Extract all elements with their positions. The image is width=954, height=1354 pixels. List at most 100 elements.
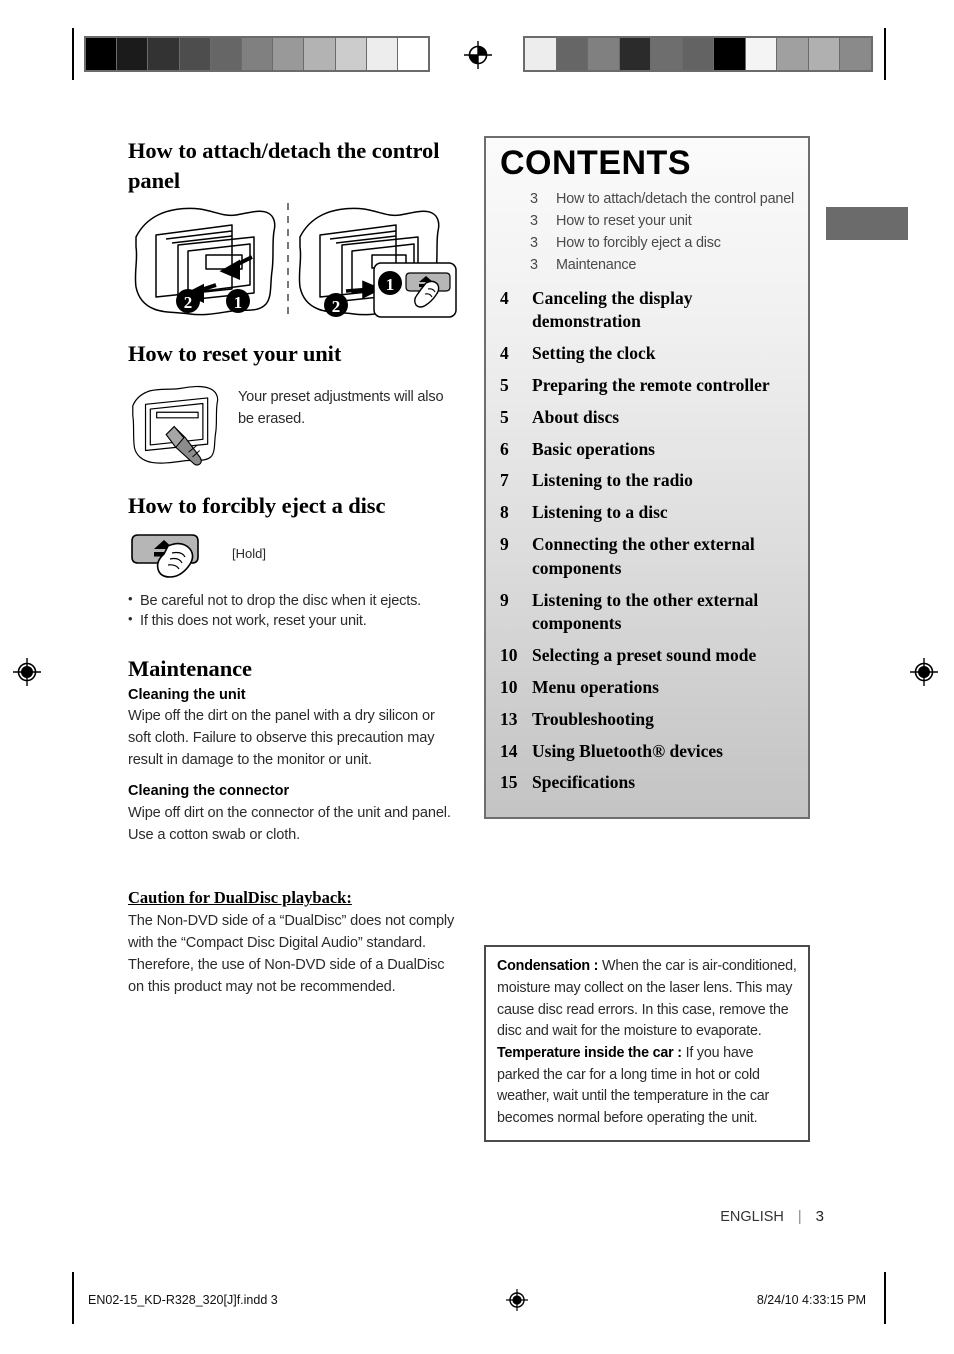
- toc-page-number: 15: [500, 772, 518, 793]
- eject-illustration-row: [Hold]: [128, 527, 458, 581]
- toc-main-item[interactable]: 8 Listening to a disc: [500, 501, 794, 525]
- attach-detach-illustration: 2 1 2 1: [134, 203, 457, 320]
- toc-main-item[interactable]: 5 About discs: [500, 406, 794, 430]
- print-timestamp: 8/24/10 4:33:15 PM: [756, 1293, 866, 1307]
- toc-sub-item[interactable]: 3 How to attach/detach the control panel: [500, 189, 794, 211]
- reset-unit-illustration: [132, 385, 219, 466]
- toc-main-item[interactable]: 5 Preparing the remote controller: [500, 374, 794, 398]
- toc-main-item[interactable]: 7 Listening to the radio: [500, 469, 794, 493]
- reset-illustration-row: Your preset adjustments will also be era…: [128, 375, 458, 475]
- hold-label: [Hold]: [232, 546, 266, 562]
- toc-page-number: 9: [500, 589, 509, 610]
- step-badge-1b: 1: [386, 275, 395, 294]
- forcibly-eject-title: How to forcibly eject a disc: [128, 493, 386, 519]
- toc-page-number: 10: [500, 676, 518, 697]
- toc-page-number: 14: [500, 740, 518, 761]
- attach-detach-title: How to attach/detach the control panel: [128, 138, 440, 193]
- toc-main-item[interactable]: 10 Selecting a preset sound mode: [500, 644, 794, 668]
- registration-mark-bottom-center: [505, 1288, 529, 1312]
- cleaning-connector-heading: Cleaning the connector: [128, 783, 290, 800]
- toc-page-number: 3: [530, 191, 538, 207]
- toc-entry-title: Listening to the other external componen…: [532, 589, 759, 634]
- contents-panel: CONTENTS 3 How to attach/detach the cont…: [484, 136, 810, 820]
- toc-entry-title: Menu operations: [532, 676, 659, 697]
- toc-entry-title: Selecting a preset sound mode: [532, 645, 757, 666]
- condensation-label: Condensation :: [497, 958, 599, 975]
- toc-entry-title: Maintenance: [556, 256, 637, 273]
- toc-main-item[interactable]: 9 Listening to the other external compon…: [500, 589, 794, 637]
- toc-page-number: 4: [500, 343, 509, 364]
- step-badge-2b: 2: [332, 297, 341, 316]
- list-item: If this does not work, reset your unit.: [128, 610, 458, 632]
- contents-heading: CONTENTS: [500, 144, 691, 182]
- step-badge-2: 2: [184, 293, 193, 312]
- toc-page-number: 5: [500, 374, 509, 395]
- section-reset-unit: How to reset your unit Your preset adjus…: [128, 339, 458, 475]
- section-maintenance: Maintenance Cleaning the unit Wipe off t…: [128, 654, 458, 846]
- toc-entry-title: Setting the clock: [532, 343, 656, 364]
- toc-entry-title: Specifications: [532, 772, 636, 793]
- eject-bullet-list: Be careful not to drop the disc when it …: [128, 590, 458, 632]
- toc-main-item[interactable]: 10 Menu operations: [500, 676, 794, 700]
- condensation-note-box: Condensation : When the car is air-condi…: [484, 945, 810, 1142]
- toc-main-item[interactable]: 4 Setting the clock: [500, 342, 794, 366]
- footer-divider: |: [797, 1208, 802, 1225]
- section-attach-detach: How to attach/detach the control panel 2…: [128, 136, 458, 321]
- toc-sub-item[interactable]: 3 How to forcibly eject a disc: [500, 233, 794, 255]
- toc-entry-title: How to attach/detach the control panel: [556, 191, 794, 207]
- toc-main-item[interactable]: 4 Canceling the display demonstration: [500, 287, 794, 335]
- print-production-footer: EN02-15_KD-R328_320[J]f.indd 3 8/24/10 4…: [88, 1288, 866, 1312]
- temperature-label: Temperature inside the car :: [497, 1044, 682, 1061]
- toc-main-list: 4 Canceling the display demonstration 4 …: [500, 287, 794, 796]
- toc-page-number: 4: [500, 287, 509, 308]
- page-footer: ENGLISH | 3: [720, 1208, 824, 1225]
- toc-main-item[interactable]: 6 Basic operations: [500, 438, 794, 462]
- toc-entry-title: Preparing the remote controller: [532, 374, 770, 395]
- toc-main-item[interactable]: 9 Connecting the other external componen…: [500, 533, 794, 581]
- right-column: CONTENTS 3 How to attach/detach the cont…: [484, 136, 810, 1142]
- print-filename: EN02-15_KD-R328_320[J]f.indd 3: [88, 1293, 278, 1307]
- footer-page-number: 3: [815, 1208, 824, 1225]
- temperature-paragraph: Temperature inside the car : If you have…: [497, 1043, 797, 1130]
- toc-main-item[interactable]: 14 Using Bluetooth® devices: [500, 740, 794, 764]
- toc-page-number: 13: [500, 708, 518, 729]
- toc-sub-item[interactable]: 3 How to reset your unit: [500, 211, 794, 233]
- toc-page-number: 7: [500, 470, 509, 491]
- toc-main-item[interactable]: 15 Specifications: [500, 771, 794, 795]
- toc-page-number: 8: [500, 502, 509, 523]
- left-column: How to attach/detach the control panel 2…: [128, 136, 458, 999]
- edge-thumb-tab: [826, 207, 908, 240]
- toc-entry-title: Basic operations: [532, 438, 655, 459]
- list-item: Be careful not to drop the disc when it …: [128, 590, 458, 612]
- toc-entry-title: Listening to the radio: [532, 470, 693, 491]
- toc-page-number: 3: [530, 212, 538, 229]
- step-badge-1: 1: [234, 293, 243, 312]
- section-forcibly-eject: How to forcibly eject a disc [Hold] Be c…: [128, 491, 458, 632]
- toc-page-number: 5: [500, 406, 509, 427]
- toc-page-number: 9: [500, 533, 509, 554]
- cleaning-unit-heading: Cleaning the unit: [128, 686, 246, 703]
- toc-main-item[interactable]: 13 Troubleshooting: [500, 708, 794, 732]
- reset-unit-title: How to reset your unit: [128, 341, 342, 367]
- toc-entry-title: Troubleshooting: [532, 708, 654, 729]
- eject-button-illustration: [131, 533, 199, 578]
- toc-entry-title: How to forcibly eject a disc: [556, 234, 721, 251]
- dualdisc-caution-body: The Non-DVD side of a “DualDisc” does no…: [128, 913, 455, 996]
- page-body: How to attach/detach the control panel 2…: [0, 0, 954, 1354]
- toc-page-number: 3: [530, 234, 538, 251]
- toc-entry-title: Canceling the display demonstration: [532, 287, 693, 332]
- cleaning-connector-body: Wipe off dirt on the connector of the un…: [128, 804, 451, 843]
- toc-entry-title: Connecting the other external components: [532, 533, 755, 578]
- toc-entry-title: Listening to a disc: [532, 502, 668, 523]
- toc-page-number: 3: [530, 256, 538, 273]
- maintenance-title: Maintenance: [128, 656, 252, 682]
- section-dualdisc-caution: Caution for DualDisc playback: The Non-D…: [128, 888, 458, 999]
- toc-sub-list: 3 How to attach/detach the control panel…: [500, 189, 794, 277]
- footer-language: ENGLISH: [720, 1208, 784, 1225]
- toc-entry-title: About discs: [532, 406, 620, 427]
- toc-sub-item[interactable]: 3 Maintenance: [500, 255, 794, 277]
- toc-entry-title: Using Bluetooth® devices: [532, 740, 723, 761]
- reset-note-text: Your preset adjustments will also be era…: [237, 389, 444, 427]
- toc-entry-title: How to reset your unit: [556, 212, 692, 229]
- toc-page-number: 6: [500, 438, 509, 459]
